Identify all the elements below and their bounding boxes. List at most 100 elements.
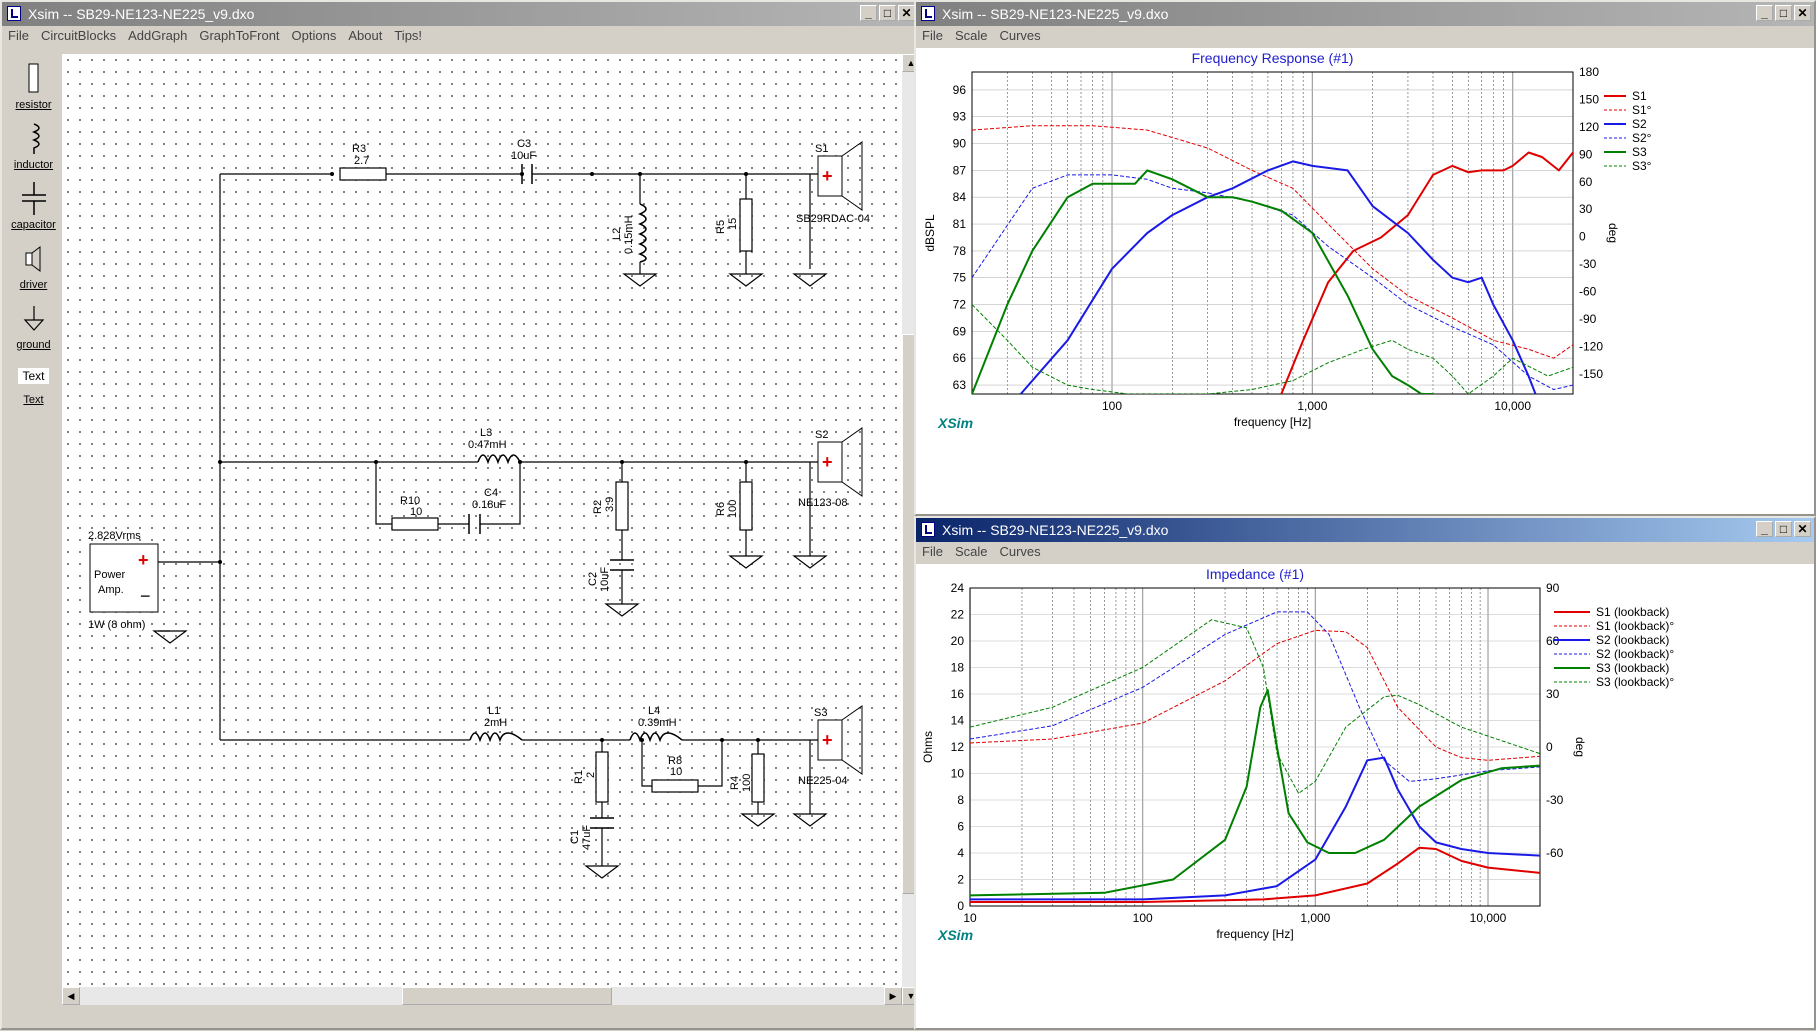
inductor-l3[interactable] bbox=[477, 454, 521, 465]
resistor-r4[interactable] bbox=[751, 753, 765, 803]
resistor-r3[interactable] bbox=[339, 167, 387, 181]
scroll-left-icon[interactable]: ◀ bbox=[62, 987, 80, 1005]
horizontal-scroll-thumb[interactable] bbox=[402, 987, 612, 1005]
maximize-button[interactable]: □ bbox=[879, 5, 896, 21]
ground-icon bbox=[23, 306, 44, 331]
freq-titlebar[interactable]: Xsim -- SB29-NE123-NE225_v9.dxo _ □ ✕ bbox=[916, 2, 1814, 26]
tool-ground-label: ground bbox=[16, 339, 51, 351]
scroll-right-icon[interactable]: ▶ bbox=[884, 987, 902, 1005]
inductor-l2[interactable] bbox=[637, 203, 647, 263]
y2-tick-label: 90 bbox=[1579, 147, 1593, 161]
text-icon: Text bbox=[18, 368, 49, 384]
resistor-r6[interactable] bbox=[739, 481, 753, 531]
menu-options[interactable]: Options bbox=[286, 26, 343, 46]
y-tick-label: 2 bbox=[957, 873, 964, 887]
power-amp[interactable]: Power Amp. + − 2.828Vrms 1W (8 ohm) bbox=[88, 530, 159, 631]
menu-graphtofront[interactable]: GraphToFront bbox=[193, 26, 285, 46]
x-tick-label: 10,000 bbox=[1494, 399, 1531, 413]
close-button[interactable]: ✕ bbox=[898, 5, 915, 21]
menu-file[interactable]: File bbox=[916, 26, 949, 46]
schematic-horizontal-scrollbar[interactable]: ◀ ▶ bbox=[62, 987, 902, 1005]
label-c3-value: 10uF bbox=[511, 150, 536, 162]
label-l3-name: L3 bbox=[480, 427, 492, 439]
freq-menubar: File Scale Curves bbox=[916, 26, 1814, 46]
menu-tips[interactable]: Tips! bbox=[388, 26, 428, 46]
menu-file[interactable]: File bbox=[2, 26, 35, 46]
capacitor-c1[interactable] bbox=[590, 817, 614, 829]
xsim-app-icon bbox=[7, 6, 21, 21]
menu-circuitblocks[interactable]: CircuitBlocks bbox=[35, 26, 122, 46]
close-button[interactable]: ✕ bbox=[1794, 521, 1811, 537]
label-r5-value: 15 bbox=[727, 218, 739, 230]
amp-label-power: Power bbox=[94, 569, 126, 581]
schematic-canvas[interactable]: + + + Power Amp. + − 2.828Vrms 1W (8 ohm… bbox=[62, 54, 902, 987]
schematic-titlebar[interactable]: Xsim -- SB29-NE123-NE225_v9.dxo _ □ ✕ bbox=[2, 2, 918, 26]
label-s1-name: S1 bbox=[815, 143, 828, 155]
inductor-l4[interactable] bbox=[629, 732, 683, 743]
label-r4-name: R4 bbox=[729, 776, 741, 790]
label-l2-value: 0.15mH bbox=[623, 215, 635, 254]
label-l4-name: L4 bbox=[648, 705, 660, 717]
tool-resistor[interactable]: resistor bbox=[6, 62, 61, 111]
resistor-r2[interactable] bbox=[615, 481, 629, 531]
menu-scale[interactable]: Scale bbox=[949, 26, 994, 46]
resistor-r10[interactable] bbox=[391, 517, 439, 531]
minimize-button[interactable]: _ bbox=[1756, 5, 1773, 21]
tool-text[interactable]: Text Text bbox=[6, 368, 61, 406]
amp-minus: − bbox=[140, 586, 151, 606]
close-button[interactable]: ✕ bbox=[1794, 5, 1811, 21]
inductor-l1[interactable] bbox=[469, 732, 523, 743]
x-tick-label: 100 bbox=[1133, 911, 1153, 925]
tool-ground[interactable]: ground bbox=[6, 304, 61, 351]
minimize-button[interactable]: _ bbox=[860, 5, 877, 21]
resistor-r1[interactable] bbox=[595, 751, 609, 803]
series-line-4 bbox=[970, 689, 1540, 897]
label-c4-value: 0.18uF bbox=[472, 499, 507, 511]
junction-dots bbox=[218, 172, 760, 742]
imp-graph-area[interactable]: 0 2 4 6 8 10 12 14 16 18 20 22 24 -60 -30 0 30 60 90 10 100 1… bbox=[916, 564, 1814, 1028]
amp-plus: + bbox=[138, 550, 149, 570]
x-axis-label: frequency [Hz] bbox=[1234, 415, 1311, 429]
y2-tick-label: -60 bbox=[1546, 846, 1564, 860]
legend: S1S1°S2S2°S3S3° bbox=[1604, 89, 1652, 173]
label-c2-value: 10uF bbox=[599, 567, 611, 592]
maximize-button[interactable]: □ bbox=[1775, 5, 1792, 21]
menu-addgraph[interactable]: AddGraph bbox=[122, 26, 193, 46]
svg-text:+: + bbox=[822, 166, 833, 186]
label-c4-name: C4 bbox=[484, 487, 498, 499]
menu-scale[interactable]: Scale bbox=[949, 542, 994, 562]
freq-graph-area[interactable]: 63 66 69 72 75 78 81 84 87 90 93 96 -150 -120 -90 -60 -3… bbox=[916, 48, 1814, 514]
tool-driver[interactable]: driver bbox=[6, 244, 61, 291]
y-tick-label: 18 bbox=[951, 661, 965, 675]
schematic-drawing: + + + Power Amp. + − 2.828Vrms 1W (8 ohm… bbox=[88, 138, 870, 879]
y2-tick-label: -30 bbox=[1546, 793, 1564, 807]
label-l1-name: L1 bbox=[488, 705, 500, 717]
resistor-r8[interactable] bbox=[651, 779, 699, 793]
resistor-r5[interactable] bbox=[739, 198, 753, 252]
y-tick-label: 75 bbox=[953, 271, 967, 285]
menu-curves[interactable]: Curves bbox=[993, 542, 1046, 562]
capacitor-c4[interactable] bbox=[468, 514, 481, 534]
series-line-5 bbox=[970, 619, 1540, 794]
capacitor-c2[interactable] bbox=[610, 559, 634, 571]
legend-entry: S1 bbox=[1632, 89, 1647, 103]
menu-about[interactable]: About bbox=[342, 26, 388, 46]
minimize-button[interactable]: _ bbox=[1756, 521, 1773, 537]
y2-tick-label: 150 bbox=[1579, 92, 1599, 106]
y-tick-label: 8 bbox=[957, 793, 964, 807]
label-c1-name: C1 bbox=[569, 830, 581, 844]
menu-curves[interactable]: Curves bbox=[993, 26, 1046, 46]
x-axis-label: frequency [Hz] bbox=[1216, 927, 1293, 941]
menu-file[interactable]: File bbox=[916, 542, 949, 562]
impedance-window: Xsim -- SB29-NE123-NE225_v9.dxo _ □ ✕ Fi… bbox=[914, 516, 1816, 1030]
schematic-window: Xsim -- SB29-NE123-NE225_v9.dxo _ □ ✕ Fi… bbox=[0, 0, 920, 1030]
y2-tick-label: 0 bbox=[1579, 230, 1586, 244]
tool-inductor[interactable]: inductor bbox=[6, 122, 61, 171]
y-tick-label: 81 bbox=[953, 217, 967, 231]
tool-capacitor[interactable]: capacitor bbox=[6, 182, 61, 231]
maximize-button[interactable]: □ bbox=[1775, 521, 1792, 537]
imp-titlebar[interactable]: Xsim -- SB29-NE123-NE225_v9.dxo _ □ ✕ bbox=[916, 518, 1814, 542]
label-r1-value: 2 bbox=[585, 772, 597, 778]
label-r6-name: R6 bbox=[715, 502, 727, 516]
y2-tick-label: 30 bbox=[1546, 687, 1560, 701]
